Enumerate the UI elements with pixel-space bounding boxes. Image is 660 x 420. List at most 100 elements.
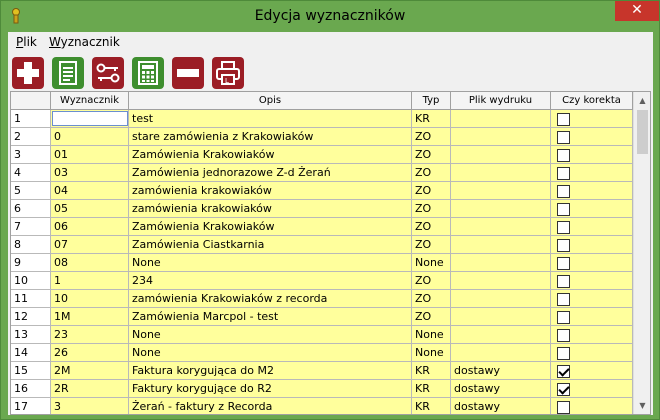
korekta-checkbox[interactable] (557, 203, 570, 216)
plik-wydruku-cell[interactable] (451, 164, 551, 182)
opis-cell[interactable]: Faktura korygująca do M2 (129, 362, 412, 380)
opis-cell[interactable]: None (129, 326, 412, 344)
opis-cell[interactable]: zamówienia Krakowiaków z recorda (129, 290, 412, 308)
plik-wydruku-cell[interactable] (451, 110, 551, 128)
table-row[interactable]: 2 0 stare zamówienia z Krakowiaków ZO (11, 128, 633, 146)
czy-korekta-cell[interactable] (551, 290, 633, 308)
typ-cell[interactable]: ZO (412, 308, 451, 326)
table-row[interactable]: 4 03 Zamówienia jednorazowe Z-d Żerań ZO (11, 164, 633, 182)
table-row[interactable]: 8 07 Zamówienia Ciastkarnia ZO (11, 236, 633, 254)
czy-korekta-cell[interactable] (551, 182, 633, 200)
wyznacznik-cell[interactable]: 2M (51, 362, 129, 380)
table-row[interactable]: 3 01 Zamówienia Krakowiaków ZO (11, 146, 633, 164)
korekta-checkbox[interactable] (557, 293, 570, 306)
plik-wydruku-cell[interactable] (451, 182, 551, 200)
wyznacznik-cell[interactable]: 05 (51, 200, 129, 218)
wyznacznik-cell[interactable]: 2R (51, 380, 129, 398)
opis-cell[interactable]: Zamówienia Ciastkarnia (129, 236, 412, 254)
korekta-checkbox[interactable] (557, 401, 570, 414)
typ-cell[interactable]: None (412, 326, 451, 344)
korekta-checkbox[interactable] (557, 347, 570, 360)
czy-korekta-cell[interactable] (551, 164, 633, 182)
typ-cell[interactable]: ZO (412, 128, 451, 146)
scroll-thumb[interactable] (637, 110, 648, 154)
scroll-up-icon[interactable]: ▲ (634, 92, 650, 109)
header-plik-wydruku[interactable]: Plik wydruku (451, 92, 551, 110)
typ-cell[interactable]: ZO (412, 182, 451, 200)
opis-cell[interactable]: test (129, 110, 412, 128)
typ-cell[interactable]: KR (412, 362, 451, 380)
czy-korekta-cell[interactable] (551, 146, 633, 164)
header-czy-korekta[interactable]: Czy korekta (551, 92, 633, 110)
wyznacznik-cell[interactable]: 26 (51, 344, 129, 362)
plik-wydruku-cell[interactable] (451, 128, 551, 146)
opis-cell[interactable]: Zamówienia Marcpol - test (129, 308, 412, 326)
wyznacznik-cell[interactable]: 3 (51, 398, 129, 414)
table-row[interactable]: 13 23 None None (11, 326, 633, 344)
table-row[interactable]: 12 1M Zamówienia Marcpol - test ZO (11, 308, 633, 326)
table-row[interactable]: 15 2M Faktura korygująca do M2 KR dostawy (11, 362, 633, 380)
vertical-scrollbar[interactable]: ▲ ▼ (633, 92, 650, 414)
wyznacznik-cell[interactable]: 1 (51, 272, 129, 290)
wyznacznik-cell[interactable]: 04 (51, 182, 129, 200)
plik-wydruku-cell[interactable] (451, 254, 551, 272)
typ-cell[interactable]: None (412, 254, 451, 272)
table-row[interactable]: 5 04 zamówienia krakowiaków ZO (11, 182, 633, 200)
table-row[interactable]: 17 3 Żerań - faktury z Recorda KR dostawy (11, 398, 633, 414)
wyznacznik-cell[interactable]: 1M (51, 308, 129, 326)
header-opis[interactable]: Opis (129, 92, 412, 110)
wyznacznik-cell[interactable]: 10 (51, 290, 129, 308)
korekta-checkbox[interactable] (557, 383, 570, 396)
opis-cell[interactable]: 234 (129, 272, 412, 290)
plik-wydruku-cell[interactable] (451, 290, 551, 308)
plik-wydruku-cell[interactable]: dostawy (451, 398, 551, 414)
czy-korekta-cell[interactable] (551, 200, 633, 218)
menu-plik[interactable]: Plik (16, 35, 37, 49)
data-grid[interactable]: Wyznacznik Opis Typ Plik wydruku Czy kor… (10, 91, 651, 415)
print-button[interactable]: L (212, 57, 244, 89)
korekta-checkbox[interactable] (557, 131, 570, 144)
wyznacznik-cell[interactable]: 07 (51, 236, 129, 254)
plik-wydruku-cell[interactable]: dostawy (451, 362, 551, 380)
czy-korekta-cell[interactable] (551, 380, 633, 398)
typ-cell[interactable]: ZO (412, 272, 451, 290)
czy-korekta-cell[interactable] (551, 236, 633, 254)
edit-button[interactable] (52, 57, 84, 89)
remove-button[interactable] (172, 57, 204, 89)
table-row[interactable]: 6 05 zamówienia krakowiaków ZO (11, 200, 633, 218)
table-row[interactable]: 9 08 None None (11, 254, 633, 272)
czy-korekta-cell[interactable] (551, 344, 633, 362)
header-row-number[interactable] (11, 92, 51, 110)
korekta-checkbox[interactable] (557, 365, 570, 378)
korekta-checkbox[interactable] (557, 113, 570, 126)
opis-cell[interactable]: zamówienia krakowiaków (129, 182, 412, 200)
title-bar[interactable]: Edycja wyznaczników ✕ (1, 1, 659, 31)
table-row[interactable]: 1 test KR (11, 110, 633, 128)
czy-korekta-cell[interactable] (551, 128, 633, 146)
wyznacznik-cell[interactable]: 01 (51, 146, 129, 164)
opis-cell[interactable]: Żerań - faktury z Recorda (129, 398, 412, 414)
korekta-checkbox[interactable] (557, 221, 570, 234)
korekta-checkbox[interactable] (557, 329, 570, 342)
table-row[interactable]: 10 1 234 ZO (11, 272, 633, 290)
plik-wydruku-cell[interactable] (451, 308, 551, 326)
czy-korekta-cell[interactable] (551, 110, 633, 128)
wyznacznik-cell[interactable] (51, 110, 129, 128)
opis-cell[interactable]: zamówienia krakowiaków (129, 200, 412, 218)
typ-cell[interactable]: ZO (412, 164, 451, 182)
czy-korekta-cell[interactable] (551, 398, 633, 414)
opis-cell[interactable]: stare zamówienia z Krakowiaków (129, 128, 412, 146)
korekta-checkbox[interactable] (557, 185, 570, 198)
table-row[interactable]: 11 10 zamówienia Krakowiaków z recorda ZO (11, 290, 633, 308)
plik-wydruku-cell[interactable] (451, 344, 551, 362)
plik-wydruku-cell[interactable] (451, 200, 551, 218)
czy-korekta-cell[interactable] (551, 272, 633, 290)
typ-cell[interactable]: ZO (412, 200, 451, 218)
czy-korekta-cell[interactable] (551, 218, 633, 236)
wyznacznik-cell[interactable]: 23 (51, 326, 129, 344)
table-row[interactable]: 7 06 Zamówienia Krakowiaków ZO (11, 218, 633, 236)
opis-cell[interactable]: None (129, 344, 412, 362)
czy-korekta-cell[interactable] (551, 308, 633, 326)
table-row[interactable]: 16 2R Faktury korygujące do R2 KR dostawy (11, 380, 633, 398)
typ-cell[interactable]: ZO (412, 146, 451, 164)
